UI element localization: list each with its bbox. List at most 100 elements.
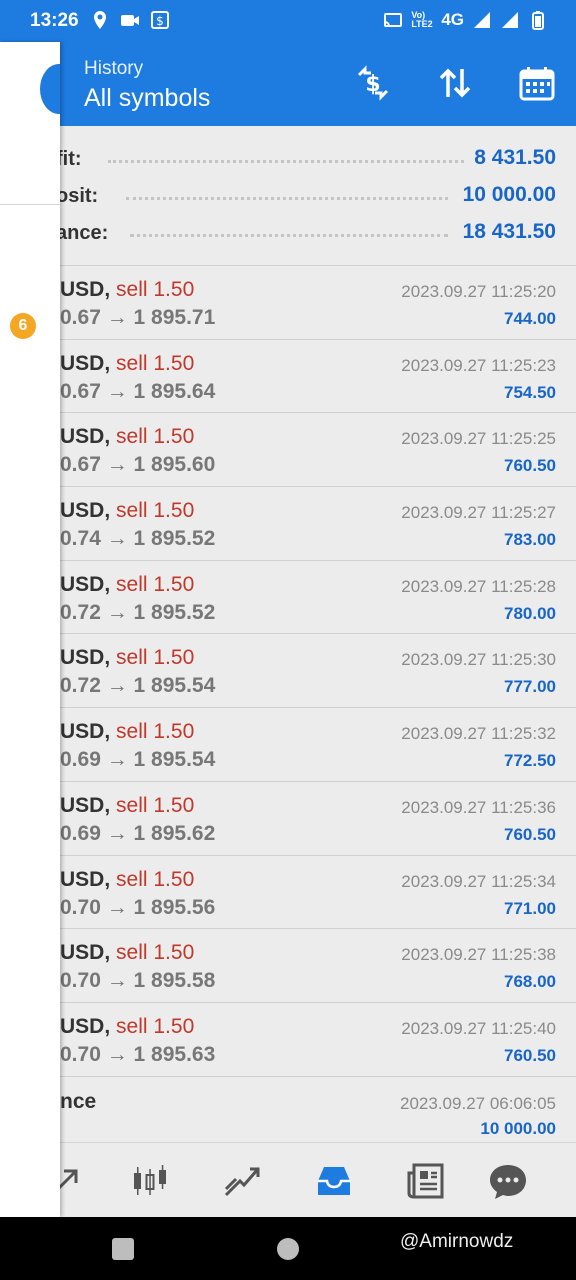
deal-row[interactable]: USD, sell 1.50 0.70 → 1 895.58 2023.09.2… xyxy=(0,929,576,1003)
deal-type: sell 1.50 xyxy=(116,572,195,596)
deal-row[interactable]: USD, sell 1.50 0.69 → 1 895.54 2023.09.2… xyxy=(0,708,576,782)
sort-icon xyxy=(439,68,471,98)
header-title[interactable]: All symbols xyxy=(84,84,210,113)
nav-chat[interactable] xyxy=(486,1159,530,1203)
deal-time: 2023.09.27 11:25:20 xyxy=(401,282,556,301)
deal-row[interactable]: USD, sell 1.50 0.67 → 1 895.71 2023.09.2… xyxy=(0,266,576,340)
dotted-leader xyxy=(108,160,464,163)
deal-symbol-text: USD, xyxy=(60,499,111,523)
recents-button[interactable] xyxy=(112,1238,134,1260)
camera-icon xyxy=(121,15,139,26)
deal-profit: 744.00 xyxy=(504,309,556,328)
deal-profit: 760.50 xyxy=(504,456,556,476)
deal-profit: 768.00 xyxy=(504,972,556,992)
deal-row[interactable]: USD, sell 1.50 0.67 → 1 895.60 2023.09.2… xyxy=(0,413,576,488)
deal-type: sell 1.50 xyxy=(116,646,195,670)
summary-label: ance: xyxy=(56,222,109,244)
deal-type: sell 1.50 xyxy=(116,351,195,375)
deal-row[interactable]: USD, sell 1.50 0.74 → 1 895.52 2023.09.2… xyxy=(0,487,576,561)
summary-value: 10 000.00 xyxy=(462,183,556,206)
deal-type: sell 1.50 xyxy=(116,793,195,817)
deal-symbol-text: USD, xyxy=(60,351,111,375)
deal-time: 2023.09.27 11:25:23 xyxy=(401,355,556,375)
deal-prices: 0.67 → 1 895.64 xyxy=(60,379,216,403)
deal-prices: 0.70 → 1 895.58 xyxy=(60,969,216,993)
candlestick-chart-icon xyxy=(134,1165,166,1195)
deal-type: sell 1.50 xyxy=(116,278,195,301)
deal-time: 2023.09.27 11:25:32 xyxy=(401,724,556,744)
history-inbox-icon xyxy=(318,1167,350,1195)
deal-symbol-text: USD, xyxy=(60,793,111,817)
deal-symbol-text: USD, xyxy=(60,646,111,670)
deal-profit: 760.50 xyxy=(504,1045,556,1065)
deal-profit: 771.00 xyxy=(504,898,556,918)
deal-prices: 0.69 → 1 895.62 xyxy=(60,821,216,845)
deal-time: 2023.09.27 11:25:40 xyxy=(401,1018,556,1038)
deal-prices: 0.67 → 1 895.71 xyxy=(60,306,216,329)
deal-prices: 0.67 → 1 895.60 xyxy=(60,453,216,477)
deal-type: sell 1.50 xyxy=(116,499,195,523)
deal-symbol-text: USD, xyxy=(60,867,111,891)
deal-symbol-text: USD, xyxy=(60,425,111,449)
chat-icon xyxy=(490,1165,526,1199)
drawer-divider xyxy=(0,204,60,205)
deal-row[interactable]: USD, sell 1.50 0.67 → 1 895.64 2023.09.2… xyxy=(0,339,576,414)
sort-button[interactable] xyxy=(436,64,474,102)
bottom-nav xyxy=(0,1142,576,1217)
drawer-header xyxy=(0,42,60,126)
summary-value: 8 431.50 xyxy=(474,146,556,169)
deal-profit: 760.50 xyxy=(504,824,556,844)
currency-exchange-icon: $ xyxy=(357,65,389,101)
balance-row[interactable]: nce 2023.09.27 06:06:05 10 000.00 xyxy=(0,1078,576,1142)
dotted-leader xyxy=(126,197,448,200)
deal-symbol: USD, sell 1.50 xyxy=(60,573,194,597)
screenshot-icon: $ xyxy=(151,11,169,29)
battery-icon xyxy=(532,11,544,30)
deal-time: 2023.09.27 11:25:27 xyxy=(401,503,556,523)
home-button[interactable] xyxy=(277,1238,299,1260)
deal-symbol: USD, sell 1.50 xyxy=(60,278,194,302)
nav-news[interactable] xyxy=(404,1159,448,1203)
deal-row[interactable]: USD, sell 1.50 0.70 → 1 895.63 2023.09.2… xyxy=(0,1002,576,1077)
system-nav-bar: @Amirnowdz xyxy=(0,1217,576,1280)
balance-label: nce xyxy=(60,1090,97,1113)
watermark: @Amirnowdz xyxy=(400,1231,514,1252)
deal-time: 2023.09.27 11:25:38 xyxy=(401,945,556,965)
navigation-drawer[interactable]: 6 xyxy=(0,42,60,1217)
deal-type: sell 1.50 xyxy=(116,720,195,744)
nav-history[interactable] xyxy=(312,1159,356,1203)
deal-profit: 777.00 xyxy=(504,677,556,697)
deal-type: sell 1.50 xyxy=(116,941,195,965)
deal-symbol-text: USD, xyxy=(60,278,111,301)
deal-profit: 772.50 xyxy=(504,751,556,771)
nav-chart[interactable] xyxy=(128,1159,172,1203)
deal-symbol: USD, sell 1.50 xyxy=(60,868,194,892)
deal-row[interactable]: USD, sell 1.50 0.69 → 1 895.62 2023.09.2… xyxy=(0,781,576,856)
deal-row[interactable]: USD, sell 1.50 0.70 → 1 895.56 2023.09.2… xyxy=(0,855,576,930)
deal-prices: 0.69 → 1 895.54 xyxy=(60,748,216,772)
app-logo-icon xyxy=(40,64,60,114)
deal-type: sell 1.50 xyxy=(116,867,195,891)
deal-symbol: USD, sell 1.50 xyxy=(60,1015,194,1039)
deal-time: 2023.09.27 11:25:36 xyxy=(401,797,556,817)
deal-symbol-text: USD, xyxy=(60,1014,111,1038)
deal-symbol: USD, sell 1.50 xyxy=(60,941,194,965)
signal2-icon xyxy=(502,12,518,28)
deal-symbol: USD, sell 1.50 xyxy=(60,794,194,818)
balance-time: 2023.09.27 06:06:05 xyxy=(400,1094,556,1113)
deal-row[interactable]: USD, sell 1.50 0.72 → 1 895.52 2023.09.2… xyxy=(0,560,576,635)
deal-time: 2023.09.27 11:25:28 xyxy=(401,576,556,596)
deal-symbol-text: USD, xyxy=(60,941,111,965)
deal-symbol-text: USD, xyxy=(60,720,111,744)
currency-exchange-button[interactable]: $ xyxy=(354,64,392,102)
deal-symbol: USD, sell 1.50 xyxy=(60,646,194,670)
status-time: 13:26 xyxy=(30,10,79,31)
deal-row[interactable]: USD, sell 1.50 0.72 → 1 895.54 2023.09.2… xyxy=(0,634,576,709)
cast-icon xyxy=(384,13,403,27)
deal-profit: 754.50 xyxy=(504,382,556,402)
calendar-button[interactable] xyxy=(518,64,556,102)
summary-value: 18 431.50 xyxy=(462,220,556,243)
deal-profit: 780.00 xyxy=(504,603,556,623)
deal-prices: 0.72 → 1 895.54 xyxy=(60,674,216,698)
nav-trade[interactable] xyxy=(220,1159,264,1203)
